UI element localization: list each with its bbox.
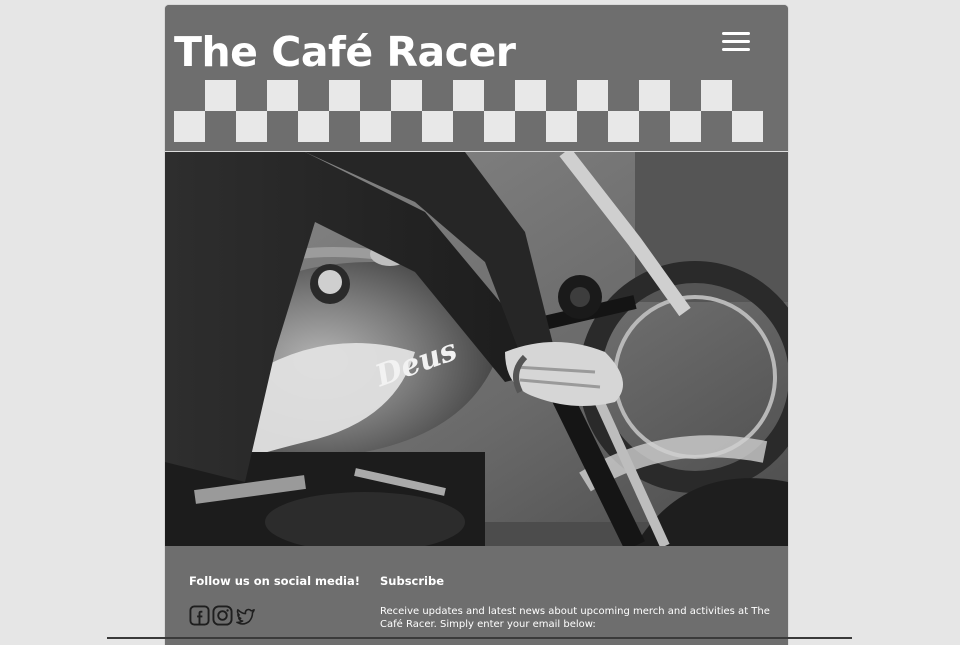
checker-square xyxy=(205,80,236,111)
checker-square xyxy=(329,80,360,111)
checker-square xyxy=(577,80,608,111)
motorcycle-rider-photo: Deus xyxy=(165,152,788,546)
subscribe-heading: Subscribe xyxy=(380,574,445,588)
facebook-icon[interactable] xyxy=(189,605,210,626)
checker-square xyxy=(267,80,298,111)
checker-square xyxy=(701,80,732,111)
checker-square xyxy=(422,111,453,142)
site-title: The Café Racer xyxy=(174,28,516,76)
checker-square xyxy=(515,80,546,111)
subscribe-description: Receive updates and latest news about up… xyxy=(380,606,770,630)
site-footer: Follow us on social media! Subscribe Rec… xyxy=(165,546,788,645)
instagram-icon[interactable] xyxy=(212,605,233,626)
checker-square xyxy=(670,111,701,142)
checker-square xyxy=(360,111,391,142)
checker-square xyxy=(608,111,639,142)
checker-square xyxy=(484,111,515,142)
checker-square xyxy=(732,111,763,142)
menu-bar xyxy=(722,40,750,43)
social-icons xyxy=(189,605,256,627)
menu-bar xyxy=(722,48,750,51)
twitter-icon[interactable] xyxy=(235,605,256,626)
checker-square xyxy=(298,111,329,142)
page-card: The Café Racer Deus Follow us on social … xyxy=(165,5,788,645)
menu-bar xyxy=(722,32,750,35)
social-heading: Follow us on social media! xyxy=(189,574,361,588)
checker-square xyxy=(453,80,484,111)
checker-square xyxy=(391,80,422,111)
hamburger-menu-icon[interactable] xyxy=(722,30,752,54)
checker-square xyxy=(546,111,577,142)
checkered-flag-pattern xyxy=(174,80,763,142)
checker-square xyxy=(174,111,205,142)
bottom-divider xyxy=(107,637,852,639)
checker-square xyxy=(236,111,267,142)
site-header: The Café Racer xyxy=(165,5,788,151)
hero-image: Deus xyxy=(165,151,788,547)
checker-square xyxy=(639,80,670,111)
